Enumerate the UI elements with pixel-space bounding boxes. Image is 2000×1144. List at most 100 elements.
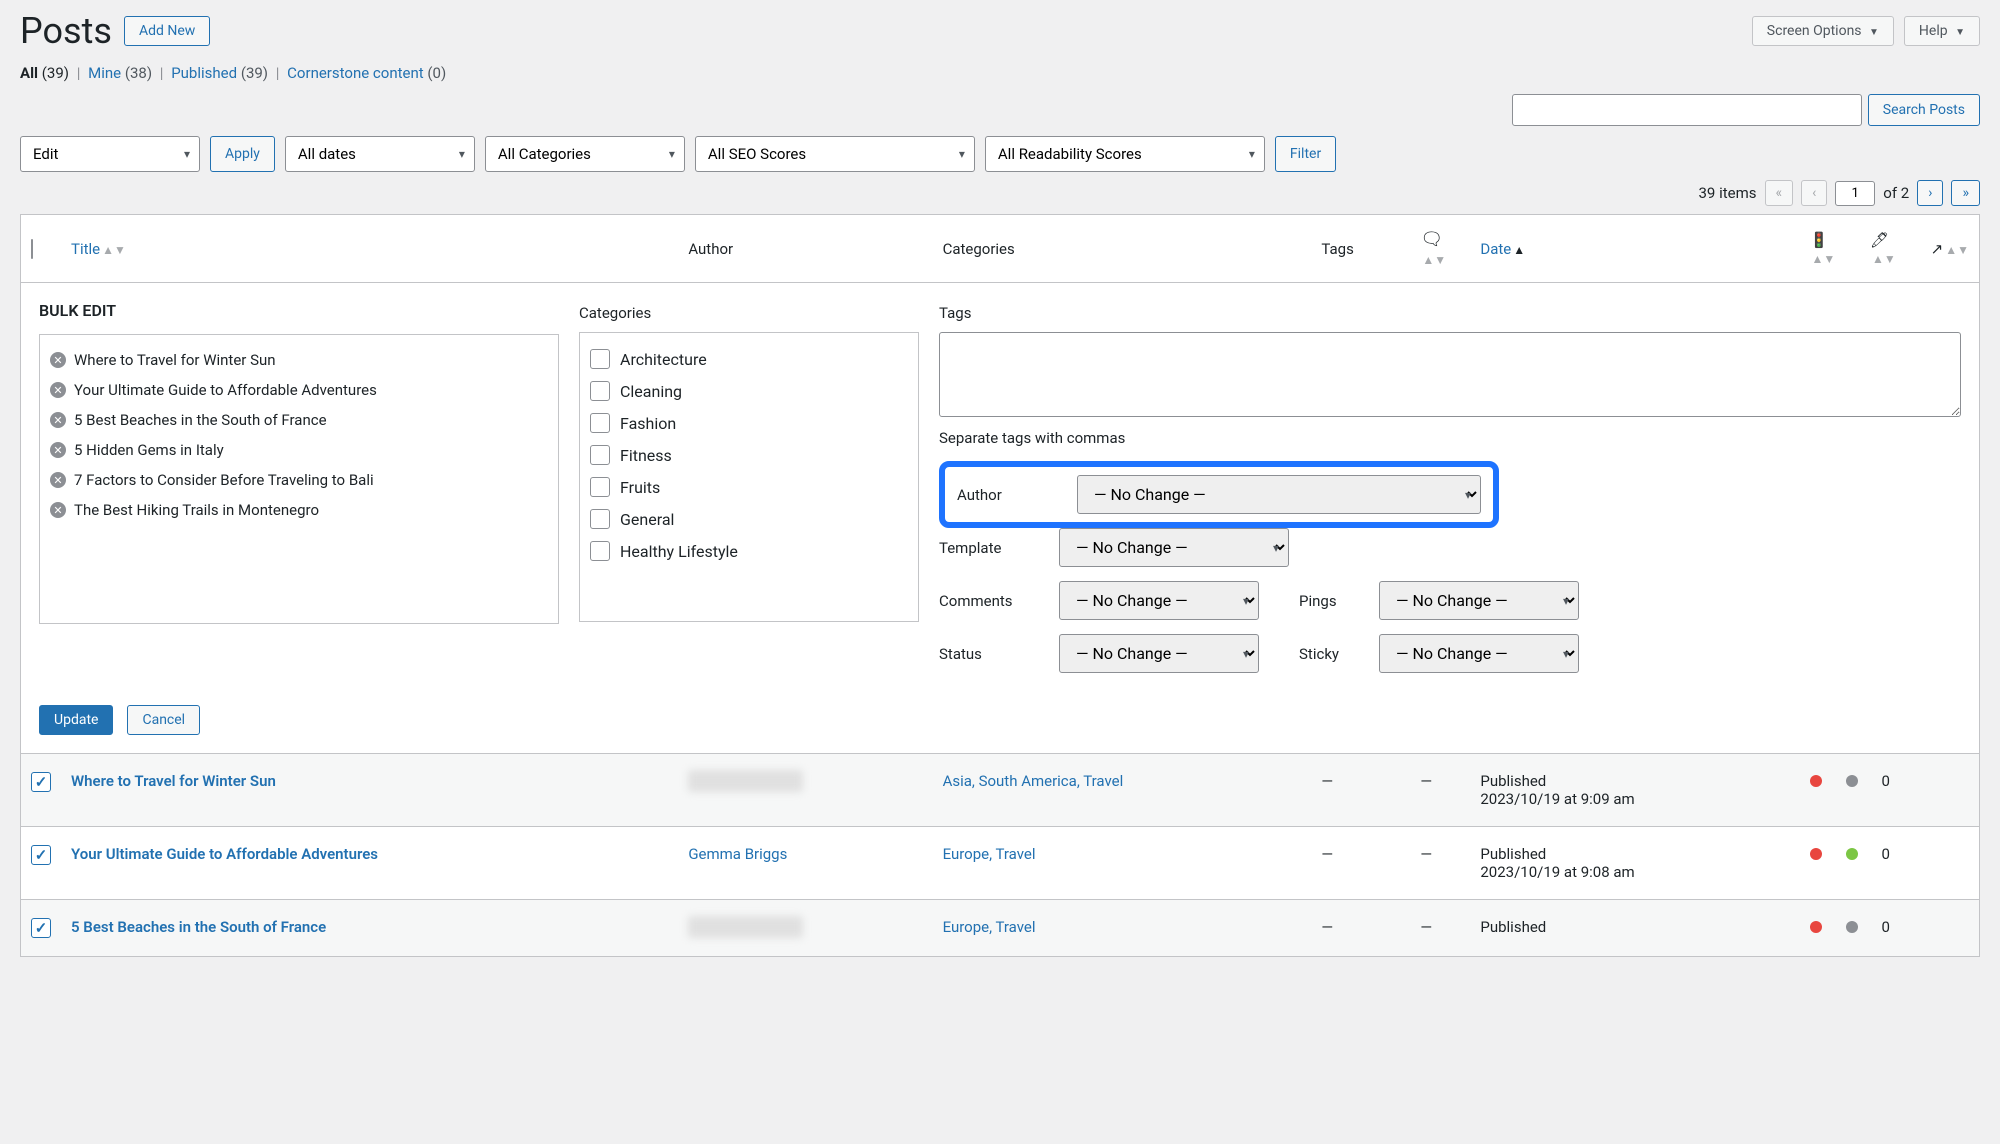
category-checkbox[interactable] bbox=[590, 509, 610, 529]
remove-icon[interactable]: ✕ bbox=[50, 502, 66, 518]
page-input[interactable] bbox=[1835, 181, 1875, 206]
prev-page-button[interactable]: ‹ bbox=[1801, 180, 1827, 206]
readability-dot bbox=[1846, 848, 1858, 860]
table-row: ✓5 Best Beaches in the South of Franceho… bbox=[21, 900, 1980, 957]
comments-cell: — bbox=[1410, 900, 1470, 957]
row-checkbox[interactable]: ✓ bbox=[31, 772, 51, 792]
category-checkbox[interactable] bbox=[590, 445, 610, 465]
comments-cell: — bbox=[1410, 827, 1470, 900]
author-link[interactable]: Gemma Briggs bbox=[688, 845, 787, 863]
comments-cell: — bbox=[1410, 754, 1470, 827]
category-item: Healthy Lifestyle bbox=[590, 535, 908, 567]
category-item: Fruits bbox=[590, 471, 908, 503]
table-row: ✓ Your Ultimate Guide to Affordable Adven… bbox=[21, 827, 1980, 900]
cancel-button[interactable]: Cancel bbox=[127, 705, 200, 735]
apply-button[interactable]: Apply bbox=[210, 136, 275, 172]
comment-icon: 🗨 bbox=[1420, 229, 1443, 250]
remove-icon[interactable]: ✕ bbox=[50, 352, 66, 368]
col-comments[interactable]: 🗨▲▼ bbox=[1410, 215, 1470, 283]
seo-select[interactable]: All SEO Scores bbox=[695, 136, 975, 172]
post-title-link[interactable]: 5 Best Beaches in the South of France bbox=[71, 918, 326, 936]
category-item: Fitness bbox=[590, 439, 908, 471]
filter-mine[interactable]: Mine (38) bbox=[88, 64, 152, 82]
bulk-tags-input[interactable] bbox=[939, 332, 1961, 417]
tags-cell: — bbox=[1311, 827, 1410, 900]
update-button[interactable]: Update bbox=[39, 705, 113, 735]
bulk-post-item: ✕Where to Travel for Winter Sun bbox=[50, 345, 548, 375]
category-checkbox[interactable] bbox=[590, 381, 610, 401]
post-title: Your Ultimate Guide to Affordable Advent… bbox=[74, 381, 377, 399]
readability-icon: 🖊▲▼ bbox=[1870, 231, 1907, 267]
remove-icon[interactable]: ✕ bbox=[50, 442, 66, 458]
category-checkbox[interactable] bbox=[590, 413, 610, 433]
search-button[interactable]: Search Posts bbox=[1868, 94, 1980, 126]
category-checkbox[interactable] bbox=[590, 541, 610, 561]
sticky-select[interactable]: — No Change — bbox=[1379, 634, 1579, 673]
bulk-action-select[interactable]: Edit bbox=[20, 136, 200, 172]
pings-select[interactable]: — No Change — bbox=[1379, 581, 1579, 620]
links-count: 0 bbox=[1882, 918, 1890, 936]
post-title: 7 Factors to Consider Before Traveling t… bbox=[74, 471, 374, 489]
post-title-link[interactable]: Your Ultimate Guide to Affordable Advent… bbox=[71, 845, 378, 863]
categories-select[interactable]: All Categories bbox=[485, 136, 685, 172]
author-select[interactable]: — No Change — bbox=[1077, 475, 1481, 514]
col-title[interactable]: Title▲▼ bbox=[61, 215, 678, 283]
tags-cell: — bbox=[1311, 900, 1410, 957]
categories-link[interactable]: Europe, Travel bbox=[943, 845, 1036, 863]
screen-options-button[interactable]: Screen Options ▼ bbox=[1752, 16, 1894, 46]
post-title-link[interactable]: Where to Travel for Winter Sun bbox=[71, 772, 276, 790]
row-checkbox[interactable]: ✓ bbox=[31, 845, 51, 865]
help-button[interactable]: Help ▼ bbox=[1904, 16, 1980, 46]
filter-links: All (39) | Mine (38) | Published (39) | … bbox=[20, 64, 1980, 82]
post-title: 5 Hidden Gems in Italy bbox=[74, 441, 224, 459]
col-date[interactable]: Date▲ bbox=[1470, 215, 1799, 283]
row-checkbox[interactable]: ✓ bbox=[31, 918, 51, 938]
links-count: 0 bbox=[1882, 772, 1890, 790]
seo-dot bbox=[1810, 921, 1822, 933]
categories-link[interactable]: Asia, South America, Travel bbox=[943, 772, 1124, 790]
remove-icon[interactable]: ✕ bbox=[50, 412, 66, 428]
filter-button[interactable]: Filter bbox=[1275, 136, 1336, 172]
category-checkbox[interactable] bbox=[590, 349, 610, 369]
remove-icon[interactable]: ✕ bbox=[50, 382, 66, 398]
categories-link[interactable]: Europe, Travel bbox=[943, 918, 1036, 936]
category-item: Cleaning bbox=[590, 375, 908, 407]
search-input[interactable] bbox=[1512, 94, 1862, 126]
date-cell: Published bbox=[1470, 900, 1799, 957]
seo-dot bbox=[1810, 775, 1822, 787]
next-page-button[interactable]: › bbox=[1917, 180, 1943, 206]
col-categories[interactable]: Categories bbox=[933, 215, 1312, 283]
category-label: Fashion bbox=[620, 414, 676, 433]
author-label: Author bbox=[957, 486, 1057, 504]
bulk-categories-label: Categories bbox=[579, 304, 919, 322]
status-select[interactable]: — No Change — bbox=[1059, 634, 1259, 673]
filter-published[interactable]: Published (39) bbox=[171, 64, 268, 82]
col-author[interactable]: Author bbox=[678, 215, 932, 283]
add-new-button[interactable]: Add New bbox=[124, 16, 210, 46]
category-item: Fashion bbox=[590, 407, 908, 439]
page-title: Posts bbox=[20, 10, 112, 52]
category-checkbox[interactable] bbox=[590, 477, 610, 497]
sticky-label: Sticky bbox=[1299, 645, 1359, 663]
post-title: 5 Best Beaches in the South of France bbox=[74, 411, 327, 429]
seo-dot bbox=[1810, 848, 1822, 860]
bulk-post-item: ✕ 7 Factors to Consider Before Traveling … bbox=[50, 465, 548, 495]
category-item: Architecture bbox=[590, 343, 908, 375]
col-tags[interactable]: Tags bbox=[1311, 215, 1410, 283]
first-page-button[interactable]: « bbox=[1765, 180, 1794, 206]
readability-dot bbox=[1846, 775, 1858, 787]
readability-dot bbox=[1846, 921, 1858, 933]
dates-select[interactable]: All dates bbox=[285, 136, 475, 172]
readability-select[interactable]: All Readability Scores bbox=[985, 136, 1265, 172]
bulk-post-item: ✕ Your Ultimate Guide to Affordable Adven… bbox=[50, 375, 548, 405]
remove-icon[interactable]: ✕ bbox=[50, 472, 66, 488]
links-icon: ↗▲▼ bbox=[1931, 240, 1969, 258]
select-all-checkbox[interactable] bbox=[31, 239, 33, 259]
post-title: The Best Hiking Trails in Montenegro bbox=[74, 501, 319, 519]
comments-select[interactable]: — No Change — bbox=[1059, 581, 1259, 620]
last-page-button[interactable]: » bbox=[1951, 180, 1980, 206]
template-select[interactable]: — No Change — bbox=[1059, 528, 1289, 567]
category-label: Healthy Lifestyle bbox=[620, 542, 738, 561]
filter-cornerstone[interactable]: Cornerstone content (0) bbox=[287, 64, 446, 82]
date-cell: Published2023/10/19 at 9:08 am bbox=[1470, 827, 1799, 900]
